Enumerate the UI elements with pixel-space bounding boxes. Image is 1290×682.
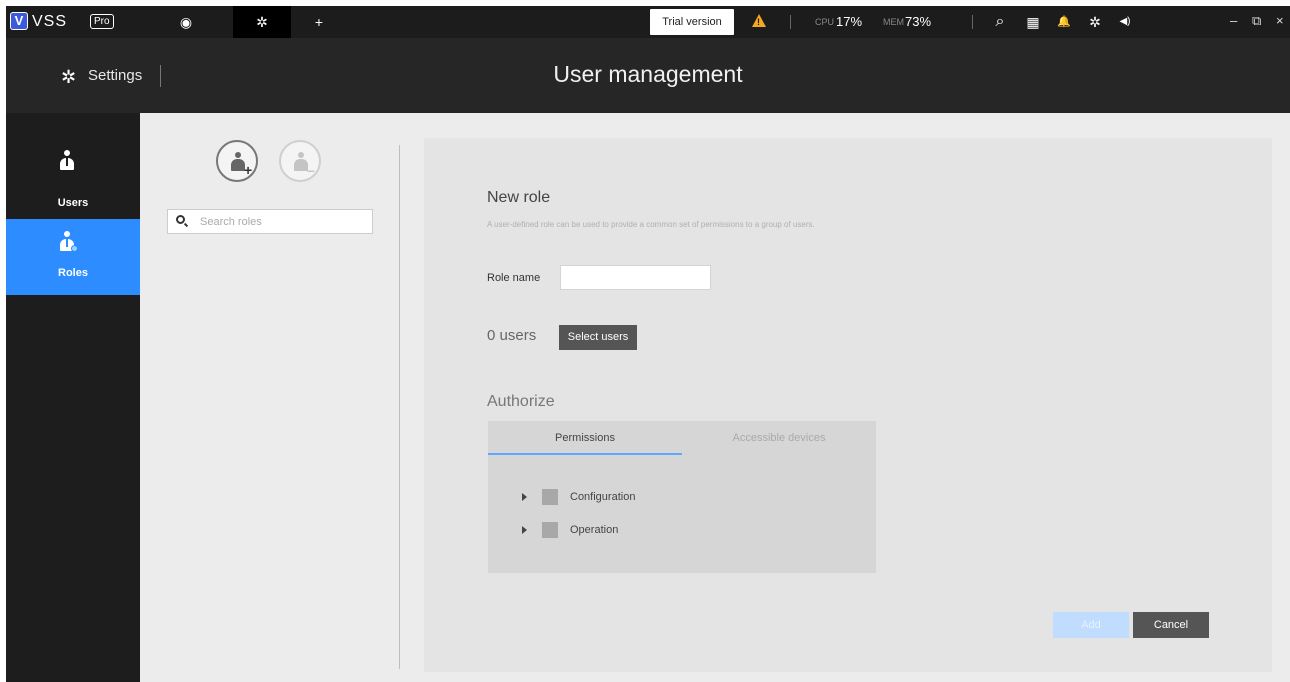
authorize-panel: Permissions Accessible devices Configura… [488,421,876,573]
new-tab-button[interactable]: + [299,6,339,38]
sidebar-item-users[interactable]: Users [6,140,140,216]
plus-icon: + [314,14,324,30]
settings-gear-icon[interactable]: ✲ [1086,13,1104,31]
tree-item-label: Configuration [570,491,636,503]
vss-logo: V [10,12,28,30]
cpu-value: 17% [836,14,863,29]
form-description: A user-defined role can be used to provi… [487,220,815,229]
user-icon [58,148,78,172]
edition-badge: Pro [90,14,114,29]
search-input[interactable] [200,212,366,231]
operation-checkbox[interactable] [542,522,558,538]
new-role-form: New role A user-defined role can be used… [424,138,1272,672]
brand-name: VSS [32,13,68,30]
gear-icon: ✲ [256,14,268,30]
select-users-button[interactable]: Select users [559,325,637,350]
warning-icon[interactable]: ! [752,14,766,27]
restore-button[interactable]: ⧉ [1252,13,1261,29]
search-icon [176,215,185,224]
add-button[interactable]: Add [1053,612,1129,638]
page-header: ✲ Settings User management [6,38,1290,113]
mem-value: 73% [905,14,932,29]
live-view-tab[interactable]: ◉ [157,6,215,38]
cpu-label: CPU [815,17,835,27]
volume-icon[interactable]: ◀) [1116,13,1134,31]
role-icon [58,229,78,253]
sidebar: Users Roles [6,113,140,682]
close-button[interactable]: × [1276,13,1284,28]
bell-icon[interactable]: 🔔 [1055,13,1073,31]
plus-icon: + [244,162,253,178]
minimize-button[interactable]: – [1230,13,1237,28]
top-bar: V VSS Pro ◉ ✲ + Trial version ! CPU 17% … [6,6,1290,38]
tab-accessible-devices[interactable]: Accessible devices [682,421,876,455]
role-name-label: Role name [487,272,541,284]
role-name-field[interactable] [560,265,711,290]
minus-icon: – [307,162,315,178]
role-search-box [167,209,373,234]
tree-item-label: Operation [570,524,619,536]
cancel-button[interactable]: Cancel [1133,612,1209,638]
configuration-checkbox[interactable] [542,489,558,505]
mem-label: MEM [883,17,904,27]
eye-icon: ◉ [179,14,193,30]
tab-permissions[interactable]: Permissions [488,421,682,455]
trial-version-button[interactable]: Trial version [650,9,734,35]
authorize-title: Authorize [487,393,555,410]
search-icon[interactable]: ⌕ [991,13,1009,31]
sidebar-item-label: Users [57,197,89,209]
settings-tab[interactable]: ✲ [233,6,291,38]
expand-arrow-icon[interactable] [522,526,527,534]
divider [790,15,791,29]
divider [972,15,973,29]
expand-arrow-icon[interactable] [522,493,527,501]
page-title: User management [553,61,743,87]
remove-role-button[interactable]: – [279,140,321,182]
sidebar-item-label: Roles [58,267,88,279]
grid-icon[interactable]: ▦ [1024,13,1042,31]
users-count: 0 users [487,327,537,344]
form-title: New role [487,189,551,206]
roles-list-panel: + – [140,113,400,682]
sidebar-item-roles[interactable]: Roles [6,219,140,295]
add-role-button[interactable]: + [216,140,258,182]
